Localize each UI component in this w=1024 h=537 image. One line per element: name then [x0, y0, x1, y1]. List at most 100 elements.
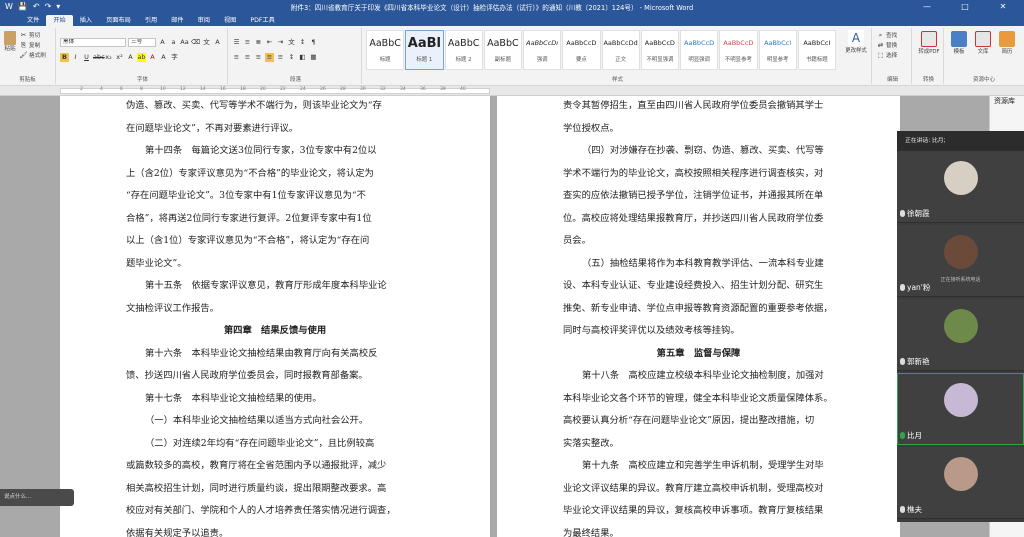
chinese-layout-icon[interactable]: 文: [287, 38, 296, 47]
tab-page-layout[interactable]: 页面布局: [99, 15, 138, 26]
participant-tile[interactable]: 比月: [897, 373, 1024, 445]
style-7[interactable]: AaBbCcDd 正文: [601, 30, 640, 70]
library-button[interactable]: 文库: [972, 31, 994, 56]
participant-tile[interactable]: 徐朝霞: [897, 151, 1024, 223]
participant-tile[interactable]: 郭新艳: [897, 299, 1024, 371]
numbering-icon[interactable]: ≡: [243, 38, 252, 47]
resource-group: 模板 文库 简历 资源中心: [946, 28, 1022, 84]
minimize-button[interactable]: —: [914, 2, 940, 11]
font-color-icon[interactable]: A: [148, 53, 157, 62]
speaking-indicator: 正在讲话: 比月;: [897, 131, 1024, 151]
right-page[interactable]: 责令其暂停招生，直至由四川省人民政府学位委员会撤销其学士 学位授权点。 （四）对涉嫌…: [497, 96, 900, 537]
style-4[interactable]: AaBbC 副标题: [483, 30, 522, 70]
replace-button[interactable]: ⇄ 替换: [876, 41, 897, 51]
tab-mailings[interactable]: 邮件: [164, 15, 190, 26]
style-9[interactable]: AaBbCcD 明显强调: [680, 30, 719, 70]
char-border-icon[interactable]: A: [213, 38, 222, 47]
paste-button[interactable]: 粘贴: [3, 31, 17, 54]
tab-view[interactable]: 视图: [217, 15, 243, 26]
customize-qat-icon[interactable]: ▾: [56, 2, 60, 12]
resume-icon: [999, 31, 1015, 47]
close-button[interactable]: ✕: [990, 2, 1016, 11]
style-1[interactable]: AaBbC 标题: [366, 30, 405, 70]
paragraph-line: 在问题毕业论文”，不再对要素进行评议。: [126, 122, 299, 134]
style-11[interactable]: AaBbCcI 明显参考: [758, 30, 797, 70]
tab-insert[interactable]: 插入: [73, 15, 99, 26]
document-area[interactable]: 伪造、篡改、买卖、代写等学术不端行为，则该毕业论文为“存 在问题毕业论文”，不再对…: [0, 96, 1024, 537]
paragraph-line: （一）本科毕业论文抽检结果以适当方式向社会公开。: [145, 415, 369, 426]
participant-name-text: 郭新艳: [907, 357, 930, 366]
highlight-icon[interactable]: ab: [137, 53, 146, 62]
to-pdf-button[interactable]: 转成PDF: [915, 31, 943, 56]
tab-file[interactable]: 文件: [20, 15, 47, 26]
italic-icon[interactable]: I: [71, 53, 80, 62]
select-button[interactable]: ⬚ 选择: [876, 51, 897, 61]
change-styles-button[interactable]: A 更改样式: [842, 30, 870, 55]
ruler-number: 12: [180, 87, 186, 92]
chat-input[interactable]: 说点什么...: [0, 489, 74, 506]
align-center-icon[interactable]: ≡: [243, 53, 252, 62]
undo-icon[interactable]: ↶: [33, 2, 40, 12]
left-page[interactable]: 伪造、篡改、买卖、代写等学术不端行为，则该毕业论文为“存 在问题毕业论文”，不再对…: [60, 96, 490, 537]
style-10[interactable]: AaBbCcD 不明显参考: [719, 30, 758, 70]
enclose-char-icon[interactable]: 字: [170, 53, 179, 62]
subscript-icon[interactable]: x₂: [104, 53, 113, 62]
align-left-icon[interactable]: ≡: [232, 53, 241, 62]
line-spacing-icon[interactable]: ↕: [287, 53, 296, 62]
style-2[interactable]: AaBl 标题 1: [405, 30, 444, 70]
char-shading-icon[interactable]: A: [159, 53, 168, 62]
style-name: 副标题: [494, 57, 511, 63]
sort-icon[interactable]: ↕: [298, 38, 307, 47]
avatar: [944, 309, 978, 343]
cut-button[interactable]: ✂ 剪切: [19, 31, 46, 41]
grow-font-icon[interactable]: A: [158, 38, 167, 47]
template-button[interactable]: 模板: [948, 31, 970, 56]
style-preview: AaBbCcI: [764, 39, 792, 47]
tab-review[interactable]: 审阅: [191, 15, 217, 26]
shading-icon[interactable]: ◧: [298, 53, 307, 62]
participant-tile[interactable]: yan'粉 正在接听系统电话: [897, 225, 1024, 297]
multilevel-list-icon[interactable]: ≣: [254, 38, 263, 47]
align-right-icon[interactable]: ≡: [254, 53, 263, 62]
borders-icon[interactable]: ▦: [309, 53, 318, 62]
style-12[interactable]: AaBbCcI 书籍标题: [797, 30, 836, 70]
bullets-icon[interactable]: ☰: [232, 38, 241, 47]
style-8[interactable]: AaBbCcD 不明显强调: [640, 30, 679, 70]
save-icon[interactable]: 💾: [18, 2, 28, 12]
justify-icon[interactable]: ≡: [265, 53, 274, 62]
increase-indent-icon[interactable]: ⇥: [276, 38, 285, 47]
strikethrough-icon[interactable]: abc: [93, 53, 105, 62]
font-size-combo[interactable]: 三号: [128, 38, 156, 47]
phonetic-icon[interactable]: 文: [202, 38, 211, 47]
find-button[interactable]: ⌕ 查找: [876, 31, 898, 41]
participant-tile[interactable]: 樵夫: [897, 447, 1024, 519]
maximize-button[interactable]: □: [952, 2, 978, 11]
show-marks-icon[interactable]: ¶: [309, 38, 318, 47]
replace-label: 替换: [886, 43, 898, 49]
distributed-icon[interactable]: ≡: [276, 53, 285, 62]
tab-pdf-tools[interactable]: PDF工具: [243, 15, 281, 26]
ruler-number: 6: [120, 87, 123, 92]
tab-references[interactable]: 引用: [138, 15, 164, 26]
format-painter-button[interactable]: 🖌格式刷: [19, 51, 45, 61]
style-5[interactable]: AaBbCcDı 强调: [523, 30, 562, 70]
decrease-indent-icon[interactable]: ⇤: [265, 38, 274, 47]
clear-format-icon[interactable]: ⌫: [191, 38, 200, 47]
ribbon-tabs: 文件 开始 插入 页面布局 引用 邮件 审阅 视图 PDF工具: [0, 13, 1024, 26]
horizontal-ruler[interactable]: 2 4 6 8 10 12 14 16 18 20 22 24 26 28 30 32 34 36 38 40: [0, 86, 1024, 96]
text-effects-icon[interactable]: A: [126, 53, 135, 62]
underline-icon[interactable]: U: [82, 53, 91, 62]
tab-home[interactable]: 开始: [46, 15, 73, 26]
style-3[interactable]: AaBbC 标题 2: [444, 30, 483, 70]
shrink-font-icon[interactable]: a: [169, 38, 178, 47]
font-name-combo[interactable]: 黑体: [60, 38, 126, 47]
style-6[interactable]: AaBbCcD 要点: [562, 30, 601, 70]
copy-button[interactable]: ⎘ 复制: [19, 41, 46, 51]
change-case-icon[interactable]: Aa: [180, 38, 189, 47]
redo-icon[interactable]: ↷: [45, 2, 52, 12]
resume-button[interactable]: 简历: [996, 31, 1018, 56]
paragraph-group-label: 段落: [289, 77, 301, 83]
bold-icon[interactable]: B: [60, 53, 69, 62]
template-icon: [951, 31, 967, 47]
superscript-icon[interactable]: x²: [115, 53, 124, 62]
